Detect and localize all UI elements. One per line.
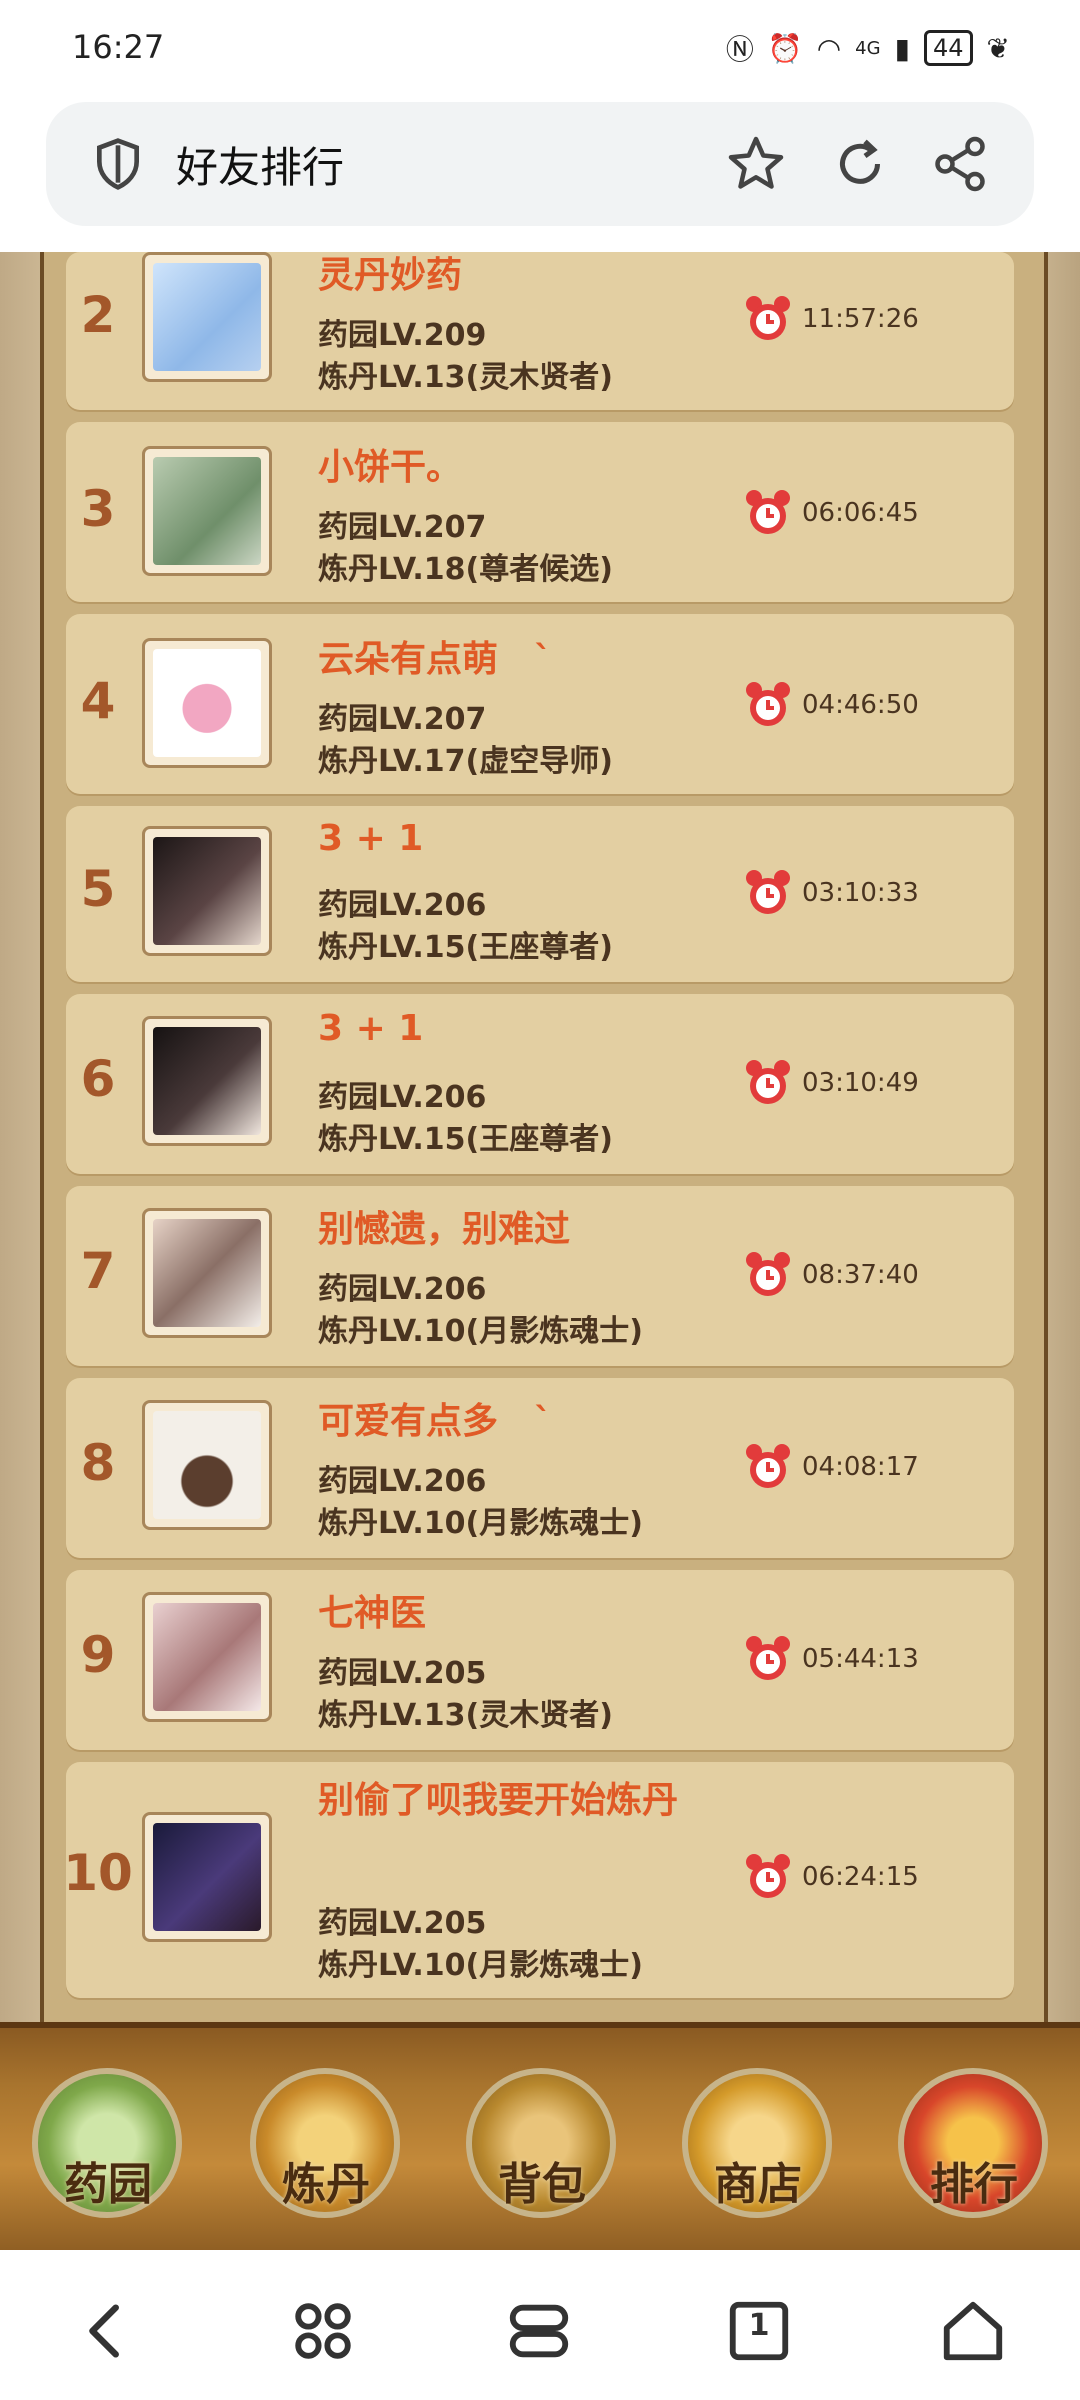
garden-level: 药园LV.205 <box>318 1906 487 1941</box>
avatar <box>142 446 272 576</box>
alchemy-level: 炼丹LV.13(灵木贤者) <box>318 360 613 395</box>
alarm-clock-icon <box>746 296 790 340</box>
garden-level: 药园LV.207 <box>318 510 487 545</box>
player-name: 七神医 <box>318 1593 427 1634</box>
player-name: 云朵有点萌 ˋ <box>318 639 553 680</box>
tabs-button[interactable]: 1 <box>724 2296 794 2366</box>
reload-icon[interactable] <box>830 134 890 194</box>
alchemy-level: 炼丹LV.15(王座尊者) <box>318 930 613 965</box>
garden-level: 药园LV.209 <box>318 318 487 353</box>
player-name: 3 + 1 <box>318 1008 424 1049</box>
player-name: 灵丹妙药 <box>318 255 463 296</box>
timer-text: 06:24:15 <box>802 1862 919 1892</box>
avatar <box>142 1016 272 1146</box>
menu-label-alchemy[interactable]: 炼丹 <box>226 2148 426 2212</box>
network-type: 4G <box>855 37 881 59</box>
garden-level: 药园LV.206 <box>318 1464 487 1499</box>
home-icon[interactable] <box>938 2296 1008 2366</box>
alarm-clock-icon <box>746 870 790 914</box>
alchemy-level: 炼丹LV.10(月影炼魂士) <box>318 1506 643 1541</box>
avatar <box>142 252 272 382</box>
player-name: 3 + 1 <box>318 818 424 859</box>
alchemy-level: 炼丹LV.10(月影炼魂士) <box>318 1948 643 1983</box>
alarm-clock-icon <box>746 1636 790 1680</box>
clock-time: 16:27 <box>72 28 165 66</box>
timer-text: 04:08:17 <box>802 1452 919 1482</box>
game-menu: 药园 炼丹 背包 商店 排行 <box>0 2022 1080 2256</box>
rank-number: 7 <box>80 1242 116 1300</box>
timer-text: 05:44:13 <box>802 1644 919 1674</box>
alarm-clock-icon <box>746 1854 790 1898</box>
timer-text: 08:37:40 <box>802 1260 919 1290</box>
rank-number: 3 <box>80 480 116 538</box>
player-name: 别偷了呗我要开始炼丹 <box>318 1780 679 1821</box>
leaf-icon: ❦ <box>986 31 1010 65</box>
menu-label-backpack[interactable]: 背包 <box>442 2148 642 2212</box>
timer-text: 04:46:50 <box>802 690 919 720</box>
alarm-clock-icon <box>746 1252 790 1296</box>
avatar <box>142 638 272 768</box>
tabs-count: 1 <box>748 2308 770 2343</box>
garden-level: 药园LV.205 <box>318 1656 487 1691</box>
share-icon[interactable] <box>930 134 990 194</box>
menu-label-shop[interactable]: 商店 <box>658 2148 858 2212</box>
garden-level: 药园LV.206 <box>318 1272 487 1307</box>
rank-number: 6 <box>80 1050 116 1108</box>
avatar <box>142 826 272 956</box>
system-nav-bar: 1 <box>0 2250 1080 2400</box>
alchemy-level: 炼丹LV.18(尊者候选) <box>318 552 613 587</box>
alchemy-level: 炼丹LV.10(月影炼魂士) <box>318 1314 643 1349</box>
avatar <box>142 1592 272 1722</box>
menu-icon[interactable] <box>504 2296 574 2366</box>
signal-icon: ▮ <box>894 31 910 65</box>
garden-level: 药园LV.206 <box>318 1080 487 1115</box>
status-bar: 16:27 Ⓝ ⏰ ◠ 4G ▮ 44 ❦ <box>0 0 1080 100</box>
alarm-icon: ⏰ <box>767 31 803 65</box>
alchemy-level: 炼丹LV.15(王座尊者) <box>318 1122 613 1157</box>
avatar <box>142 1208 272 1338</box>
menu-label-garden[interactable]: 药园 <box>8 2148 208 2212</box>
avatar <box>142 1812 272 1942</box>
avatar <box>142 1400 272 1530</box>
alarm-clock-icon <box>746 490 790 534</box>
alarm-clock-icon <box>746 682 790 726</box>
alchemy-level: 炼丹LV.17(虚空导师) <box>318 744 613 779</box>
rank-number: 10 <box>63 1844 133 1902</box>
address-bar[interactable]: 好友排行 <box>46 102 1034 226</box>
rank-number: 5 <box>80 860 116 918</box>
player-name: 小饼干。 <box>318 447 463 488</box>
rank-number: 8 <box>80 1434 116 1492</box>
wifi-icon: ◠ <box>816 31 842 65</box>
rank-number: 9 <box>80 1626 116 1684</box>
alarm-clock-icon <box>746 1444 790 1488</box>
star-icon[interactable] <box>726 134 786 194</box>
timer-text: 03:10:49 <box>802 1068 919 1098</box>
nfc-icon: Ⓝ <box>725 33 754 66</box>
garden-level: 药园LV.207 <box>318 702 487 737</box>
timer-text: 06:06:45 <box>802 498 919 528</box>
back-icon[interactable] <box>72 2296 142 2366</box>
rank-number: 2 <box>80 286 116 344</box>
garden-level: 药园LV.206 <box>318 888 487 923</box>
shield-icon <box>97 138 139 190</box>
battery-indicator: 44 <box>923 30 973 66</box>
timer-text: 11:57:26 <box>802 304 919 334</box>
apps-icon[interactable] <box>288 2296 358 2366</box>
game-area: 2 灵丹妙药 药园LV.209 炼丹LV.13(灵木贤者) 11:57:26 3… <box>0 252 1080 2256</box>
alchemy-level: 炼丹LV.13(灵木贤者) <box>318 1698 613 1733</box>
player-name: 可爱有点多 ˋ <box>318 1401 553 1442</box>
timer-text: 03:10:33 <box>802 878 919 908</box>
alarm-clock-icon <box>746 1060 790 1104</box>
menu-label-ranking[interactable]: 排行 <box>874 2148 1074 2212</box>
rank-number: 4 <box>80 672 116 730</box>
page-title: 好友排行 <box>176 143 345 192</box>
status-icons: Ⓝ ⏰ ◠ 4G ▮ 44 ❦ <box>726 28 1010 68</box>
player-name: 别憾遗，别难过 <box>318 1209 571 1250</box>
